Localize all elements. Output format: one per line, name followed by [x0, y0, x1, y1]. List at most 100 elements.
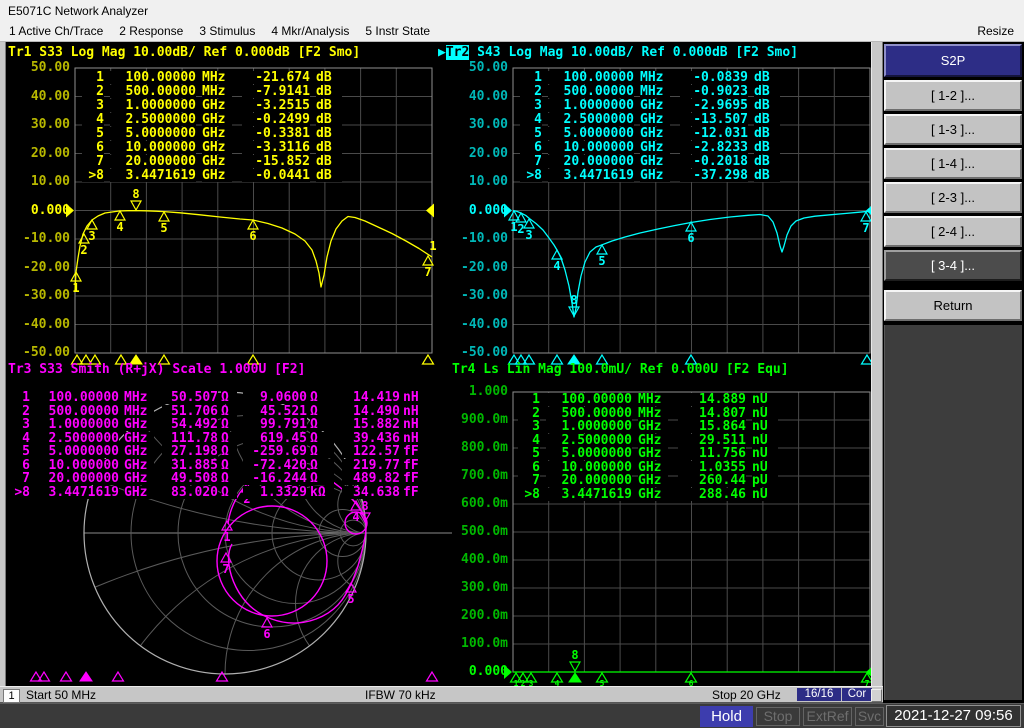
- marker-row: 7 20.000000 GHz 49.508 Ω -16.244 Ω 489.82 fF: [8, 472, 425, 486]
- marker-row: 1 100.00000 MHz -21.674 dB: [82, 71, 342, 85]
- softkey-3-4[interactable]: [ 3-4 ]...: [884, 250, 1022, 281]
- marker-cell: GHz: [640, 127, 670, 140]
- svg-text:5: 5: [347, 592, 354, 606]
- softkey-1-4[interactable]: [ 1-4 ]...: [884, 148, 1022, 179]
- marker-row: 6 10.000000 GHz -3.3116 dB: [82, 141, 342, 155]
- trigger-hold-indicator: Hold: [700, 706, 753, 727]
- tr2-marker-table: 1 100.00000 MHz -0.0839 dB 2 500.00000 MHz -0.90…: [520, 71, 780, 183]
- svg-text:7: 7: [862, 221, 869, 235]
- marker-row: 3 1.0000000 GHz -2.9695 dB: [520, 99, 780, 113]
- marker-row: 2 500.00000 MHz 14.807 nU: [518, 406, 778, 421]
- marker-cell: 1: [8, 391, 30, 404]
- menu-item-2[interactable]: 2 Response: [112, 22, 190, 41]
- marker-cell: -16.244: [243, 472, 307, 485]
- title-bar: E5071C Network Analyzer: [0, 0, 1024, 22]
- marker-cell: -72.420: [243, 458, 307, 472]
- tr3-title: Tr3 S33 Smith (R+jX) Scale 1.000U [F2]: [8, 362, 306, 377]
- y-axis-tick: 10.00: [30, 174, 70, 189]
- start-frequency-readout: Start 50 MHz: [26, 688, 97, 702]
- marker-cell: -0.2018: [680, 155, 748, 168]
- marker-row: 3 1.0000000 GHz 15.864 nU: [518, 420, 778, 434]
- return-softkey[interactable]: Return: [884, 290, 1022, 321]
- marker-cell: 500.00000: [35, 404, 119, 418]
- menu-item-1[interactable]: 1 Active Ch/Trace: [2, 22, 110, 41]
- channel-indicator: 1: [3, 689, 20, 703]
- tr1-marker-table: 1 100.00000 MHz -21.674 dB 2 500.00000 MHz -7.91…: [82, 71, 342, 183]
- marker-cell: GHz: [640, 169, 670, 182]
- svg-text:8: 8: [571, 648, 578, 662]
- marker-cell: MHz: [202, 71, 232, 84]
- y-axis-tick: 0.000: [468, 664, 508, 679]
- screen-bezel-right: [871, 42, 883, 686]
- marker-cell: -0.0441: [242, 169, 310, 182]
- tr2-title-rest: S43 Log Mag 10.00dB/ Ref 0.000dB [F2 Smo…: [469, 45, 799, 60]
- resize-button[interactable]: Resize: [977, 22, 1014, 41]
- marker-cell: MHz: [640, 71, 670, 84]
- marker-cell: >8: [520, 169, 542, 182]
- marker-row: 6 10.000000 GHz -2.8233 dB: [520, 141, 780, 155]
- marker-cell: 83.020: [162, 485, 218, 499]
- marker-cell: GHz: [202, 113, 232, 126]
- system-status-bar: Hold Stop ExtRef Svc 2021-12-27 09:56: [0, 703, 1024, 728]
- marker-cell: -3.3116: [242, 141, 310, 154]
- marker-cell: MHz: [124, 391, 154, 404]
- marker-cell: 5.0000000: [110, 127, 196, 140]
- marker-cell: 2.5000000: [548, 113, 634, 126]
- marker-cell: -7.9141: [242, 85, 310, 98]
- marker-cell: 15.882: [342, 418, 400, 431]
- marker-cell: Ω: [221, 404, 237, 418]
- marker-cell: Ω: [310, 418, 334, 431]
- marker-cell: fF: [403, 472, 425, 485]
- marker-row: 4 2.5000000 GHz -0.2499 dB: [82, 113, 342, 127]
- marker-cell: GHz: [124, 458, 154, 472]
- marker-cell: 2: [520, 85, 542, 98]
- menu-item-4[interactable]: 4 Mkr/Analysis: [264, 22, 356, 41]
- marker-cell: 9.0600: [243, 391, 307, 404]
- marker-cell: 100.00000: [548, 71, 634, 84]
- marker-cell: -0.2499: [242, 113, 310, 126]
- marker-cell: 45.521: [243, 404, 307, 418]
- svg-text:7: 7: [424, 265, 431, 279]
- marker-cell: 7: [518, 474, 540, 487]
- marker-cell: 219.77: [342, 458, 400, 472]
- y-axis-tick: -10.00: [23, 231, 70, 246]
- marker-cell: 1.0000000: [546, 420, 632, 433]
- marker-cell: 4: [518, 433, 540, 447]
- softkey-2-3[interactable]: [ 2-3 ]...: [884, 182, 1022, 213]
- marker-cell: -12.031: [680, 127, 748, 140]
- softkey-header-s2p[interactable]: S2P: [884, 44, 1022, 77]
- menu-item-5[interactable]: 5 Instr State: [358, 22, 437, 41]
- marker-cell: 4: [520, 113, 542, 126]
- marker-row: 6 10.000000 GHz 31.885 Ω -72.420 Ω 219.77 fF: [8, 458, 425, 473]
- marker-cell: 3.4471619: [546, 487, 632, 501]
- marker-cell: fF: [403, 485, 425, 499]
- marker-cell: 1.3329: [243, 485, 307, 499]
- marker-cell: nU: [752, 433, 778, 447]
- marker-cell: 49.508: [162, 472, 218, 485]
- marker-cell: GHz: [640, 113, 670, 126]
- marker-cell: 100.00000: [546, 393, 632, 406]
- marker-row: 1 100.00000 MHz -0.0839 dB: [520, 71, 780, 85]
- marker-cell: 500.00000: [548, 85, 634, 98]
- svg-text:2: 2: [517, 222, 524, 236]
- marker-cell: dB: [316, 113, 342, 126]
- active-trace-arrow-icon: ▶: [438, 45, 446, 60]
- y-axis-tick: -30.00: [23, 288, 70, 303]
- menu-item-3[interactable]: 3 Stimulus: [192, 22, 262, 41]
- marker-cell: GHz: [202, 127, 232, 140]
- marker-cell: 3.4471619: [548, 169, 634, 182]
- softkey-2-4[interactable]: [ 2-4 ]...: [884, 216, 1022, 247]
- marker-cell: GHz: [124, 445, 154, 458]
- marker-cell: 5: [518, 447, 540, 460]
- marker-cell: 1.0000000: [35, 418, 119, 431]
- marker-cell: 3.4471619: [110, 169, 196, 182]
- softkey-1-2[interactable]: [ 1-2 ]...: [884, 80, 1022, 111]
- marker-row: 5 5.0000000 GHz -0.3381 dB: [82, 127, 342, 141]
- y-axis-tick: -20.00: [461, 259, 508, 275]
- softkey-1-3[interactable]: [ 1-3 ]...: [884, 114, 1022, 145]
- points-badge: 16/16: [797, 688, 841, 701]
- marker-cell: dB: [316, 169, 342, 182]
- svg-text:5: 5: [598, 254, 605, 268]
- marker-cell: GHz: [124, 418, 154, 431]
- marker-cell: dB: [754, 155, 780, 168]
